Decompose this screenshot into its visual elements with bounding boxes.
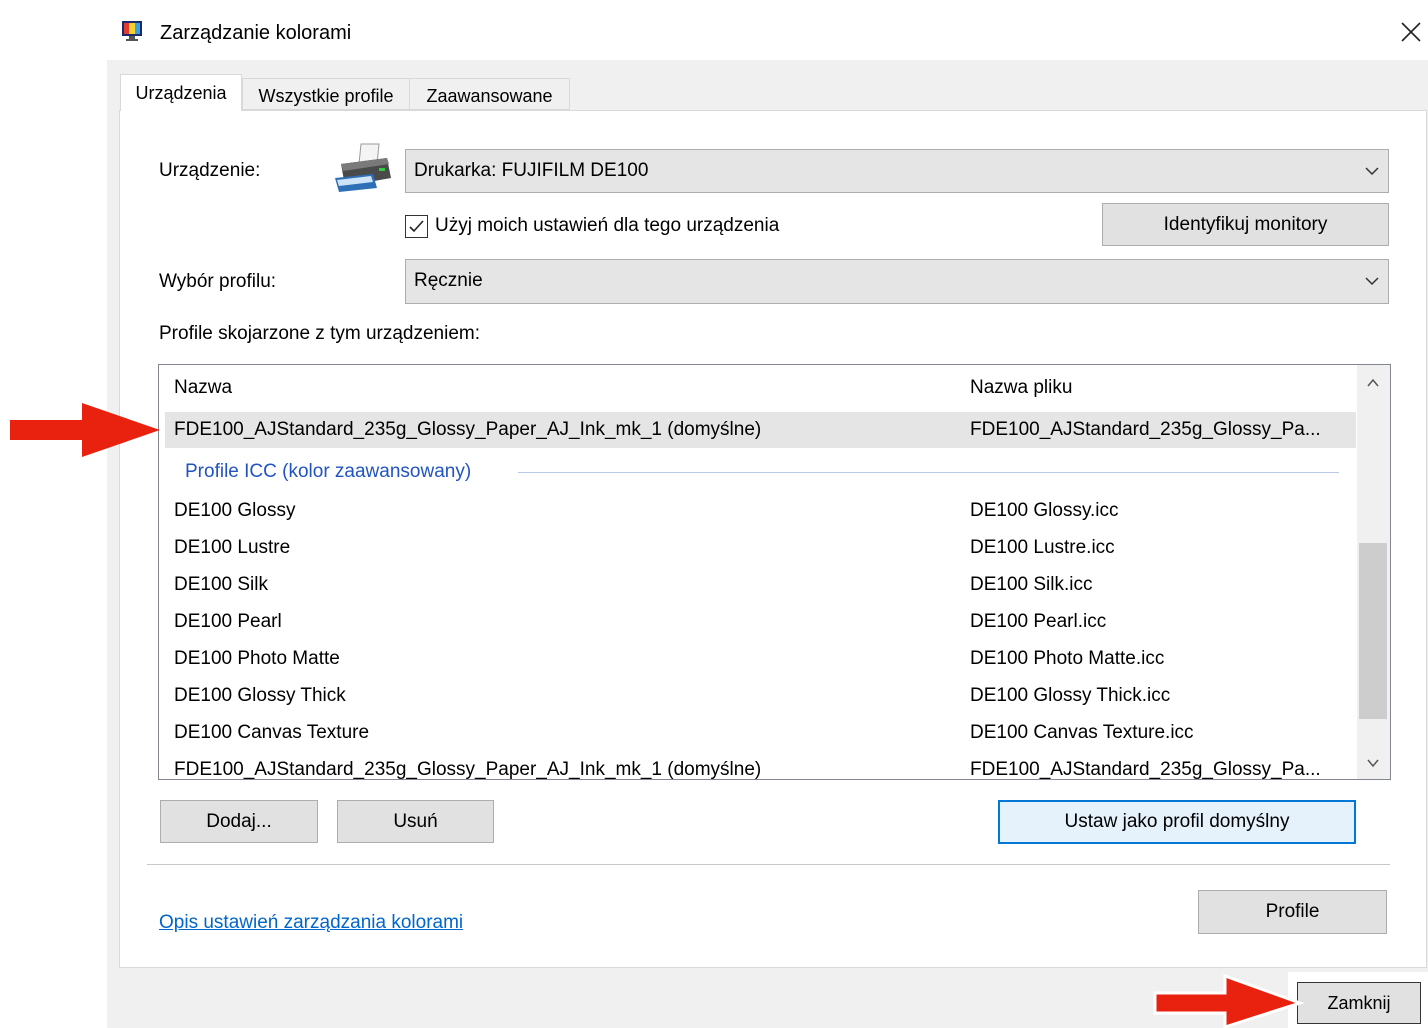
printer-icon [335, 143, 391, 192]
separator [147, 864, 1390, 865]
list-row[interactable]: DE100 Glossy Thick DE100 Glossy Thick.icc [165, 678, 1356, 714]
row-name-cell: DE100 Canvas Texture [174, 722, 370, 743]
chevron-up-icon[interactable] [1366, 377, 1380, 389]
use-my-settings-label: Użyj moich ustawień dla tego urządzenia [435, 215, 780, 236]
vertical-scrollbar[interactable] [1357, 365, 1390, 779]
row-name-cell: DE100 Silk [174, 574, 268, 595]
add-button[interactable]: Dodaj... [160, 800, 318, 843]
annotation-arrow-icon [10, 403, 160, 457]
row-name-cell: FDE100_AJStandard_235g_Glossy_Paper_AJ_I… [174, 759, 762, 780]
column-header-filename[interactable]: Nazwa pliku [970, 370, 1352, 406]
profiles-button[interactable]: Profile [1198, 890, 1387, 934]
row-name-cell: DE100 Glossy [174, 500, 296, 521]
profiles-listview[interactable]: Nazwa Nazwa pliku FDE100_AJStandard_235g… [158, 364, 1391, 780]
color-management-icon [122, 21, 142, 41]
color-settings-help-link[interactable]: Opis ustawień zarządzania kolorami [159, 911, 463, 935]
group-header: Profile ICC (kolor zaawansowany) [159, 454, 1356, 490]
row-file-cell: DE100 Pearl.icc [970, 611, 1107, 632]
list-row[interactable]: DE100 Silk DE100 Silk.icc [165, 567, 1356, 603]
row-file-cell: DE100 Glossy.icc [970, 500, 1119, 521]
row-file-cell: FDE100_AJStandard_235g_Glossy_Pa... [970, 419, 1321, 440]
list-row[interactable]: DE100 Lustre DE100 Lustre.icc [165, 530, 1356, 566]
row-name-cell: DE100 Lustre [174, 537, 291, 558]
window-title: Zarządzanie kolorami [160, 22, 352, 44]
use-my-settings-checkbox[interactable] [405, 215, 428, 238]
checkmark-icon [409, 220, 424, 233]
device-dropdown-value: Drukarka: FUJIFILM DE100 [414, 160, 649, 181]
device-dropdown[interactable]: Drukarka: FUJIFILM DE100 [405, 149, 1389, 193]
close-icon[interactable] [1400, 21, 1422, 43]
tab-devices[interactable]: Urządzenia [120, 74, 242, 111]
row-file-cell: DE100 Silk.icc [970, 574, 1093, 595]
chevron-down-icon [1365, 167, 1379, 176]
list-row[interactable]: DE100 Photo Matte DE100 Photo Matte.icc [165, 641, 1356, 677]
profile-selection-value: Ręcznie [414, 270, 483, 291]
listview-header: Nazwa Nazwa pliku [159, 365, 1356, 411]
row-name-cell: DE100 Pearl [174, 611, 282, 632]
list-row[interactable]: DE100 Pearl DE100 Pearl.icc [165, 604, 1356, 640]
tab-label: Urządzenia [135, 83, 227, 103]
group-header-label: Profile ICC (kolor zaawansowany) [185, 461, 472, 482]
tab-advanced[interactable]: Zaawansowane [409, 78, 570, 110]
row-file-cell: DE100 Photo Matte.icc [970, 648, 1165, 669]
row-file-cell: DE100 Lustre.icc [970, 537, 1115, 558]
row-name-cell: DE100 Photo Matte [174, 648, 340, 669]
close-button[interactable]: Zamknij [1297, 982, 1421, 1024]
identify-monitors-button[interactable]: Identyfikuj monitory [1102, 203, 1389, 246]
scrollbar-thumb[interactable] [1359, 543, 1387, 719]
chevron-down-icon[interactable] [1366, 757, 1380, 769]
associated-profiles-label: Profile skojarzone z tym urządzeniem: [159, 323, 481, 344]
list-row[interactable]: FDE100_AJStandard_235g_Glossy_Paper_AJ_I… [165, 752, 1356, 780]
group-header-line [518, 472, 1339, 473]
list-row[interactable]: DE100 Glossy DE100 Glossy.icc [165, 493, 1356, 529]
set-default-profile-button[interactable]: Ustaw jako profil domyślny [998, 800, 1356, 844]
tab-all-profiles[interactable]: Wszystkie profile [242, 78, 410, 110]
annotation-arrow-icon [1153, 973, 1305, 1028]
profile-selection-dropdown[interactable]: Ręcznie [405, 259, 1389, 304]
list-row[interactable]: DE100 Canvas Texture DE100 Canvas Texture… [165, 715, 1356, 751]
tab-label: Zaawansowane [426, 86, 553, 106]
column-header-name[interactable]: Nazwa [174, 370, 954, 406]
selected-profile-row[interactable]: FDE100_AJStandard_235g_Glossy_Paper_AJ_I… [165, 412, 1356, 448]
row-name-cell: DE100 Glossy Thick [174, 685, 346, 706]
remove-button[interactable]: Usuń [337, 800, 494, 843]
chevron-down-icon [1365, 277, 1379, 286]
row-file-cell: FDE100_AJStandard_235g_Glossy_Pa... [970, 759, 1321, 780]
profile-selection-label: Wybór profilu: [159, 271, 277, 292]
device-label: Urządzenie: [159, 160, 261, 181]
tab-label: Wszystkie profile [258, 86, 394, 106]
row-file-cell: DE100 Glossy Thick.icc [970, 685, 1171, 706]
row-name-cell: FDE100_AJStandard_235g_Glossy_Paper_AJ_I… [174, 419, 762, 440]
row-file-cell: DE100 Canvas Texture.icc [970, 722, 1194, 743]
